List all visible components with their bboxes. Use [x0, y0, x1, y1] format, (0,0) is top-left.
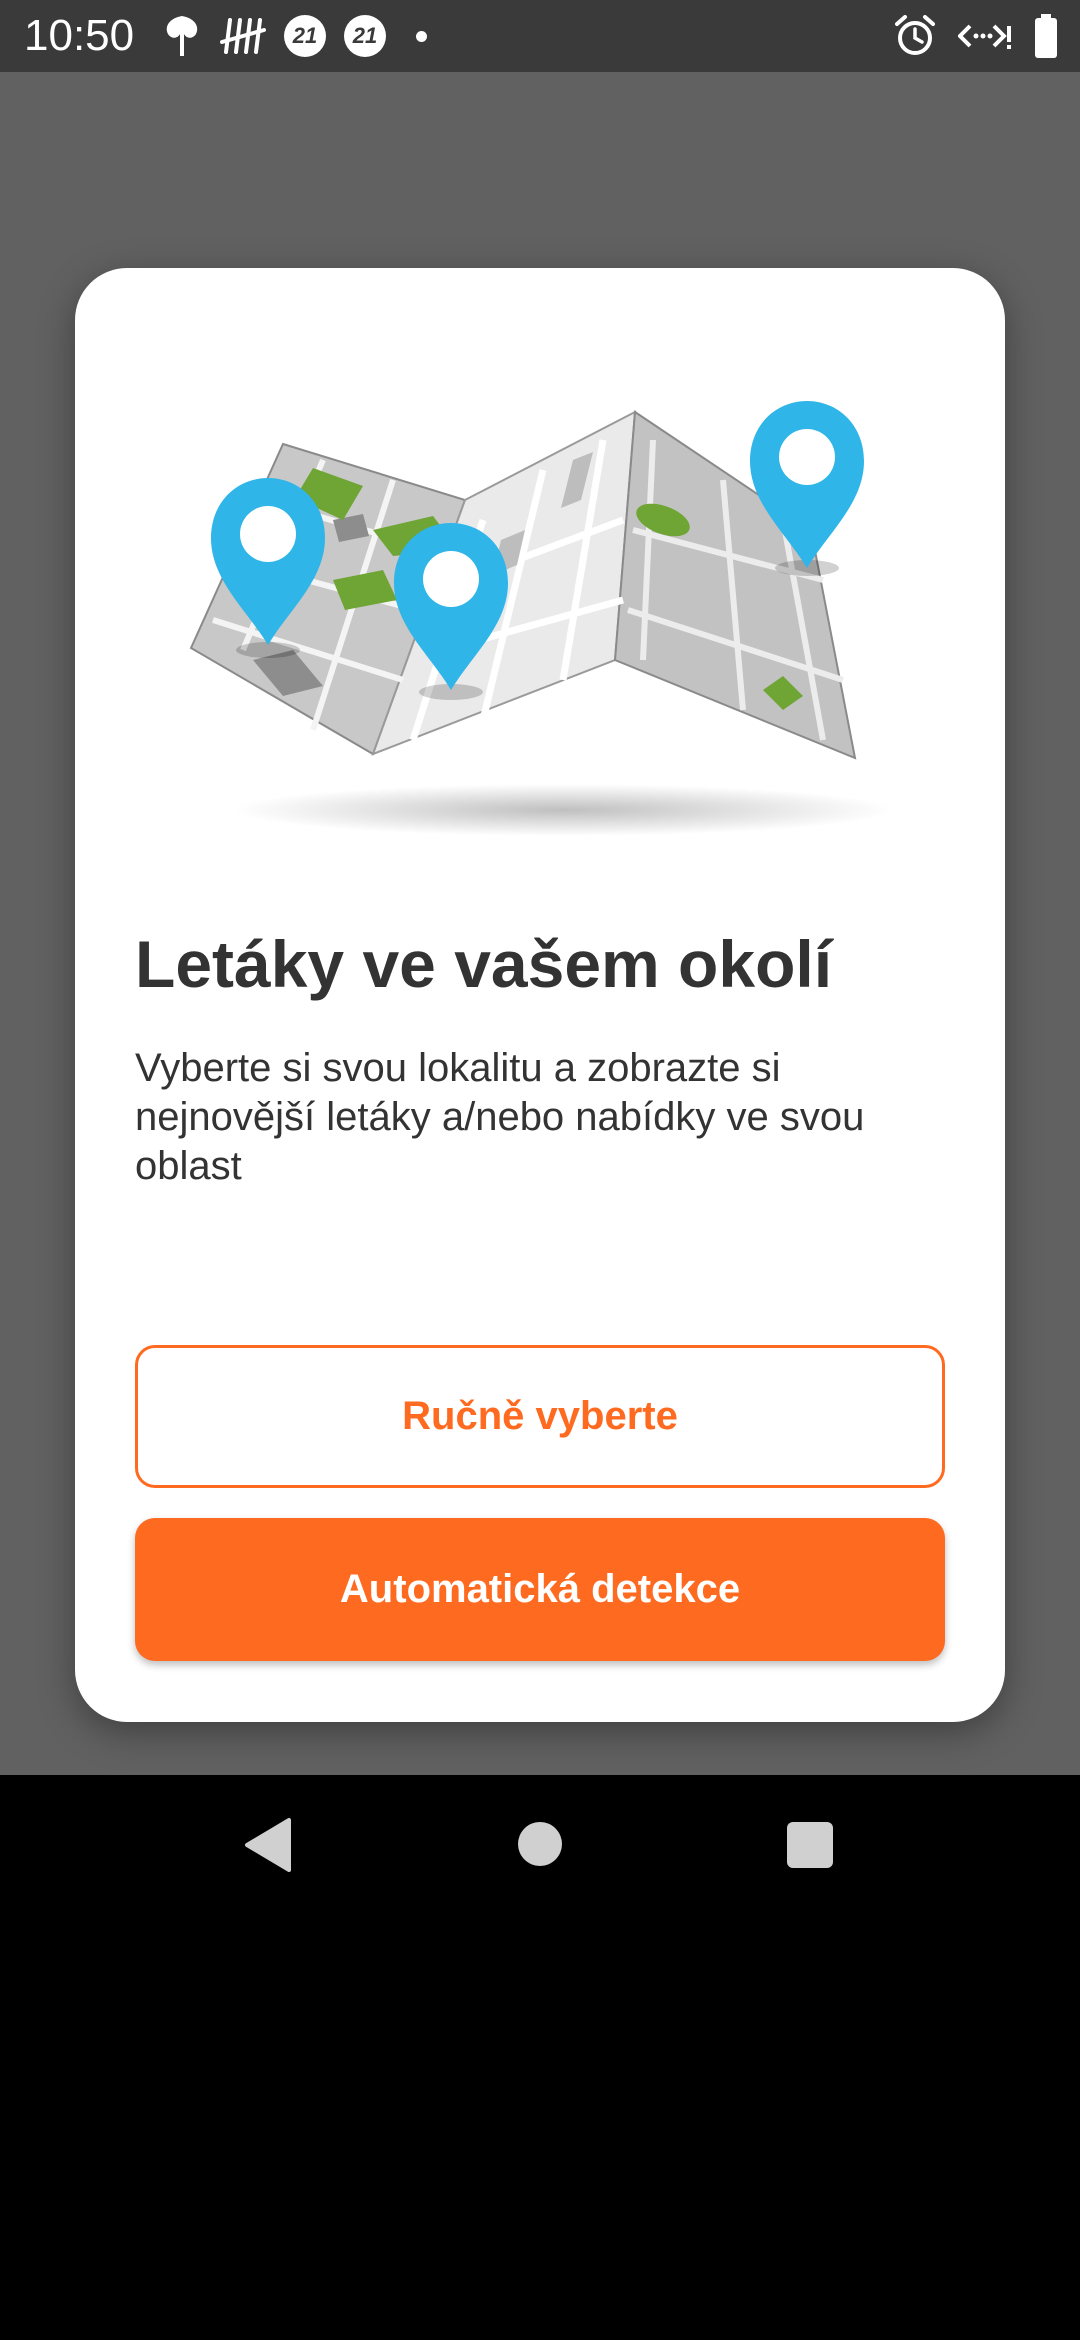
dot-icon — [416, 30, 427, 42]
dialog-description: Vyberte si svou lokalitu a zobrazte si n… — [135, 1046, 865, 1188]
system-icons — [894, 10, 1058, 62]
manual-select-button[interactable]: Ručně vyberte — [135, 1345, 945, 1488]
dialog-title: Letáky ve vašem okolí — [135, 927, 833, 1001]
location-dialog: Letáky ve vašem okolí Vyberte si svou lo… — [75, 268, 1005, 1722]
tally-icon — [220, 18, 266, 54]
auto-detect-button[interactable]: Automatická detekce — [135, 1518, 945, 1661]
home-icon[interactable] — [518, 1822, 562, 1866]
map-illustration — [189, 401, 893, 836]
dim-overlay[interactable]: Letáky ve vašem okolí Vyberte si svou lo… — [0, 72, 1080, 1775]
badge-21-icon: 21 — [344, 15, 386, 57]
data-saver-icon — [958, 24, 1011, 49]
battery-icon — [1035, 14, 1057, 58]
back-icon[interactable] — [243, 1818, 293, 1872]
status-bar: 10:50 21 21 — [0, 0, 1080, 72]
navigation-bar — [0, 1775, 1080, 1915]
notification-icons: 21 21 — [162, 10, 427, 62]
alarm-icon — [895, 15, 935, 55]
leaf-icon — [166, 16, 198, 56]
recents-icon[interactable] — [787, 1822, 833, 1868]
badge-21-icon: 21 — [284, 15, 326, 57]
status-time: 10:50 — [24, 11, 135, 60]
